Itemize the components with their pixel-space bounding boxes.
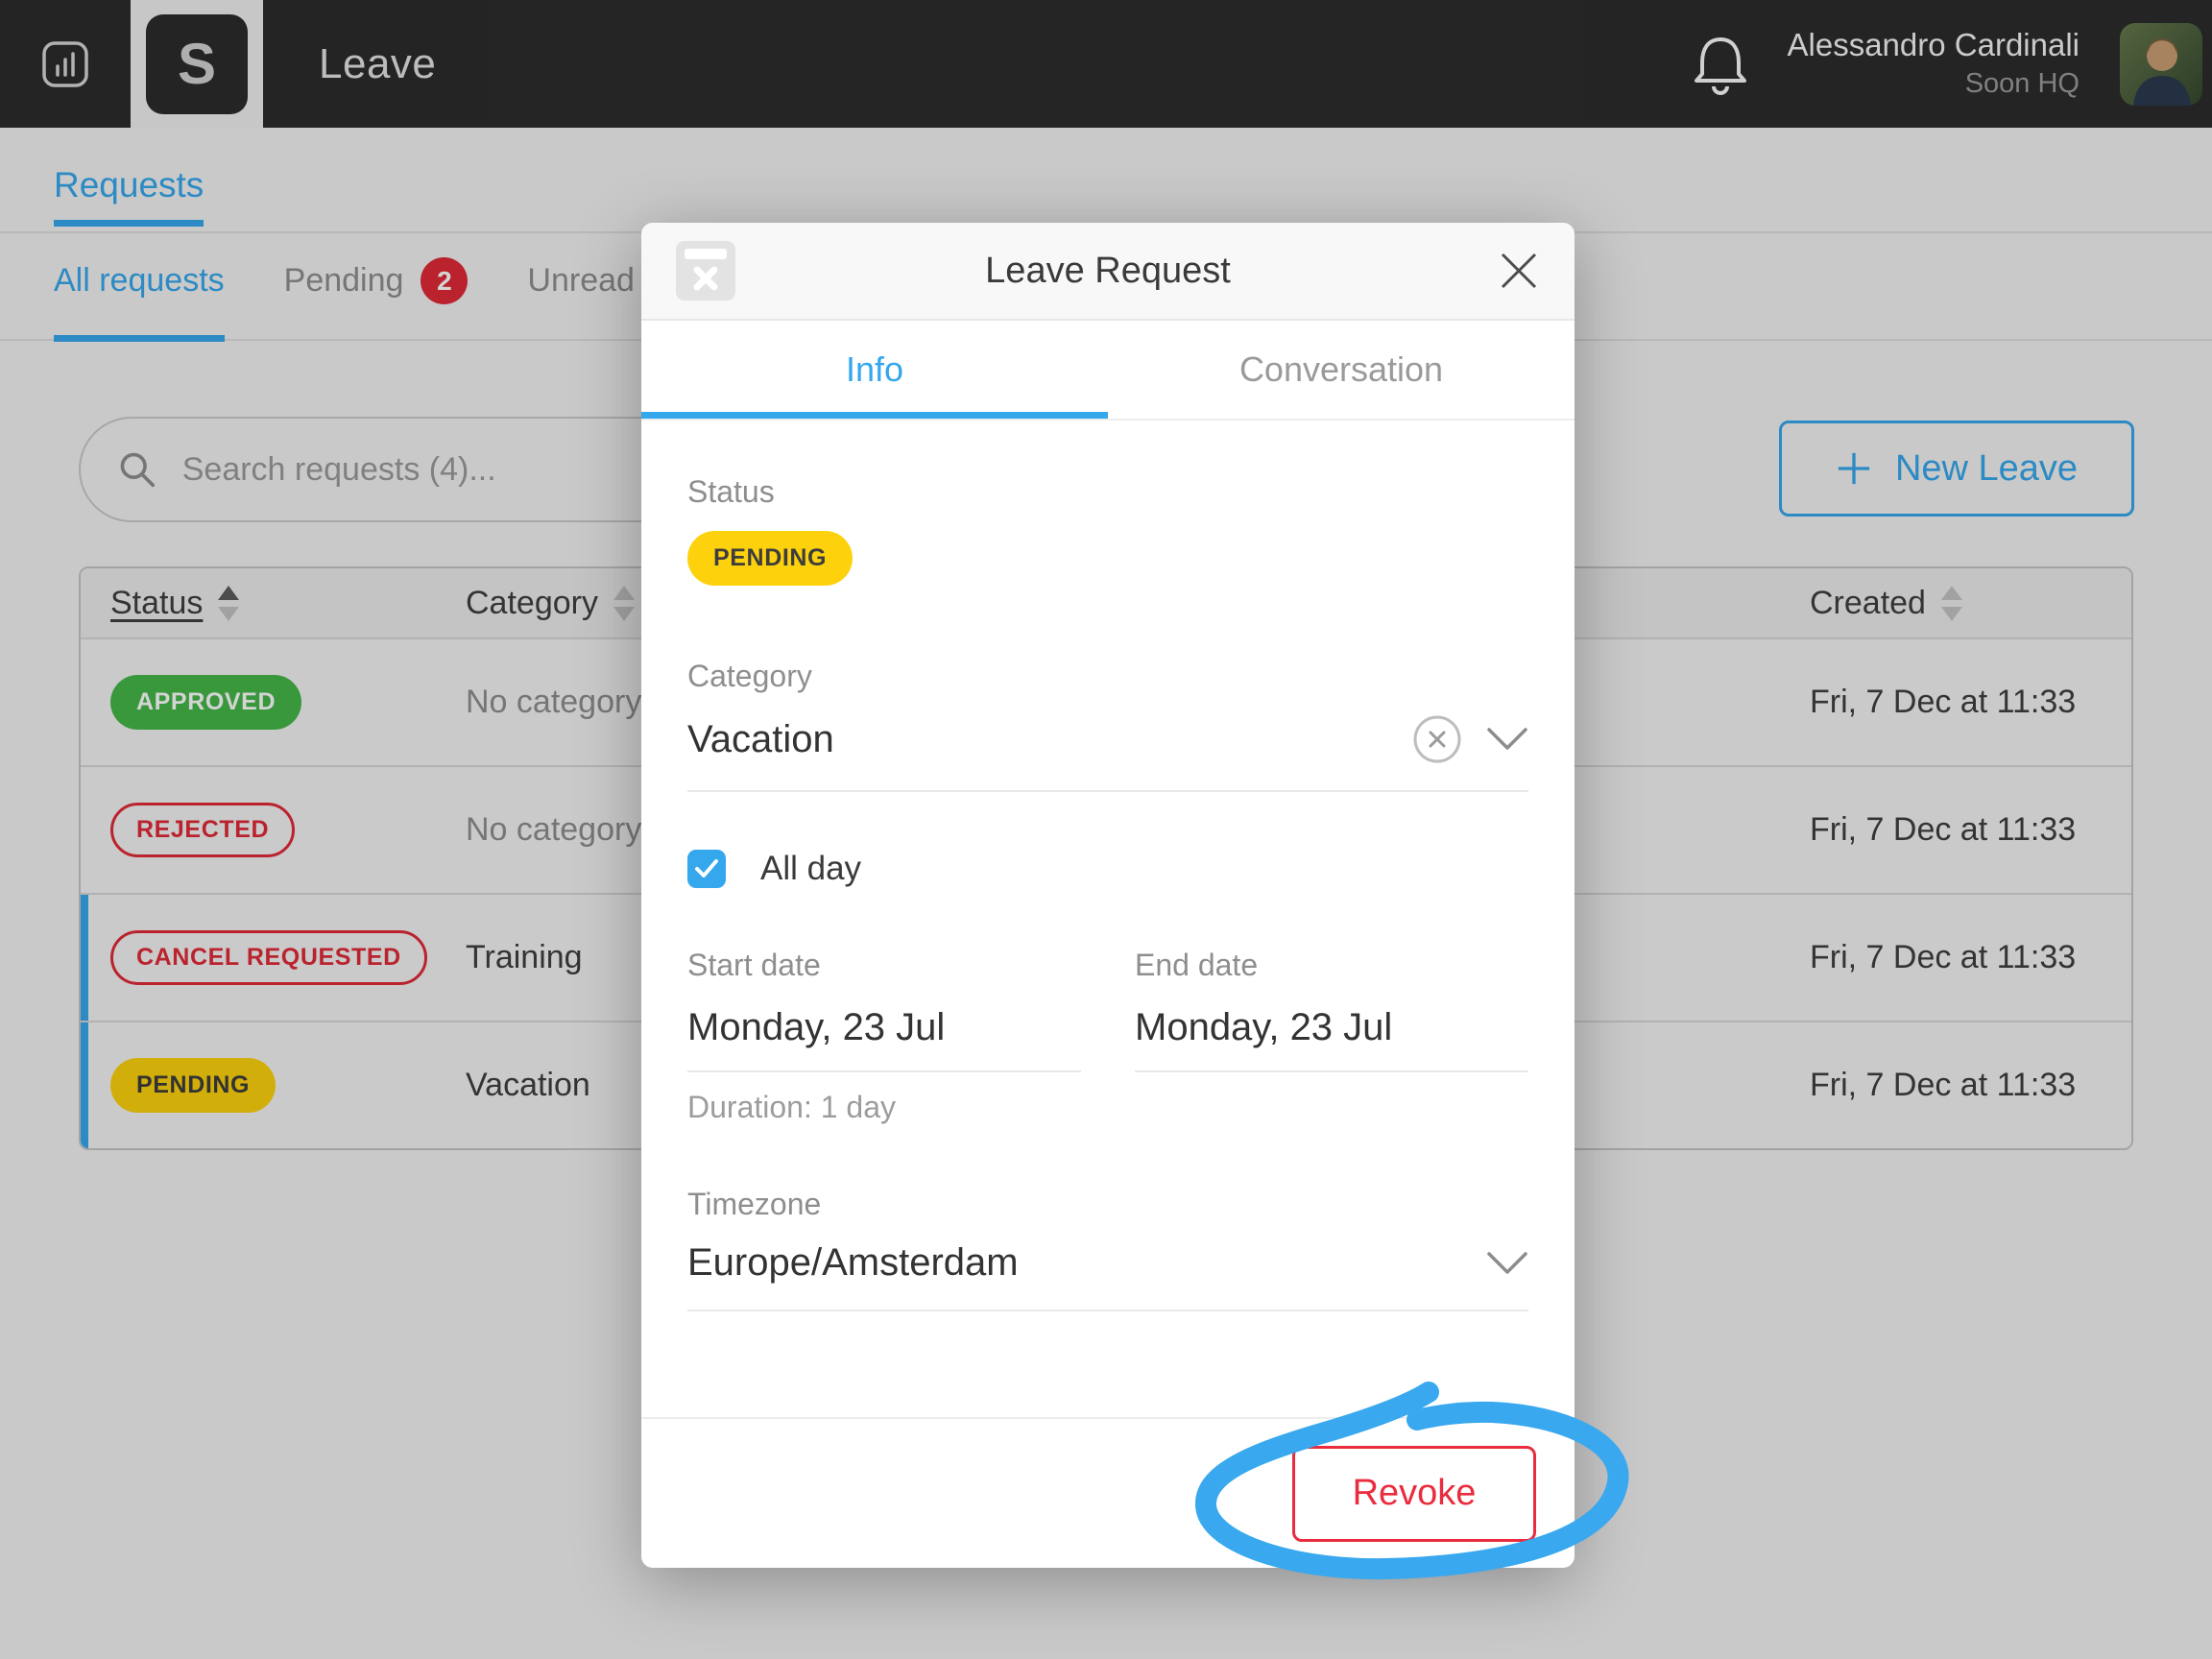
tab-conversation[interactable]: Conversation <box>1108 321 1575 419</box>
all-day-checkbox[interactable] <box>687 850 726 888</box>
status-label: Status <box>687 474 1528 510</box>
timezone-select[interactable]: Europe/Amsterdam <box>687 1241 1528 1311</box>
check-icon <box>694 858 719 879</box>
modal-body: Status PENDING Category Vacation <box>641 421 1575 1417</box>
all-day-toggle[interactable]: All day <box>687 850 861 888</box>
chevron-down-icon[interactable] <box>1486 1251 1528 1276</box>
modal-footer: Revoke <box>641 1417 1575 1568</box>
end-date-label: End date <box>1135 948 1528 983</box>
modal-header: Leave Request <box>641 223 1575 321</box>
category-select[interactable]: Vacation <box>687 713 1528 792</box>
category-label: Category <box>687 659 1528 694</box>
popout-window-button[interactable] <box>676 241 735 301</box>
date-range: Start date Monday, 23 Jul Duration: 1 da… <box>687 948 1528 1125</box>
tab-info[interactable]: Info <box>641 321 1108 419</box>
status-badge: PENDING <box>687 531 853 586</box>
screen: S Leave Alessandro Cardinali Soon HQ <box>0 0 2212 1659</box>
window-close-icon <box>676 241 735 301</box>
end-date-value[interactable]: Monday, 23 Jul <box>1135 1006 1528 1072</box>
modal-tabs: Info Conversation <box>641 321 1575 421</box>
timezone-label: Timezone <box>687 1187 1528 1222</box>
modal-title: Leave Request <box>641 251 1575 292</box>
all-day-label: All day <box>760 850 861 888</box>
end-date-field: End date Monday, 23 Jul <box>1135 948 1528 1125</box>
timezone-value: Europe/Amsterdam <box>687 1241 1019 1285</box>
start-date-label: Start date <box>687 948 1081 983</box>
start-date-field: Start date Monday, 23 Jul Duration: 1 da… <box>687 948 1081 1125</box>
modal-close-button[interactable] <box>1498 250 1540 292</box>
revoke-button[interactable]: Revoke <box>1292 1446 1536 1542</box>
clear-circle-icon[interactable] <box>1411 713 1463 765</box>
chevron-down-icon[interactable] <box>1486 727 1528 752</box>
close-icon <box>1498 250 1540 292</box>
start-date-value[interactable]: Monday, 23 Jul <box>687 1006 1081 1072</box>
duration-text: Duration: 1 day <box>687 1090 1081 1125</box>
category-value: Vacation <box>687 718 834 761</box>
leave-request-modal: Leave Request Info Conversation Status P… <box>641 223 1575 1568</box>
